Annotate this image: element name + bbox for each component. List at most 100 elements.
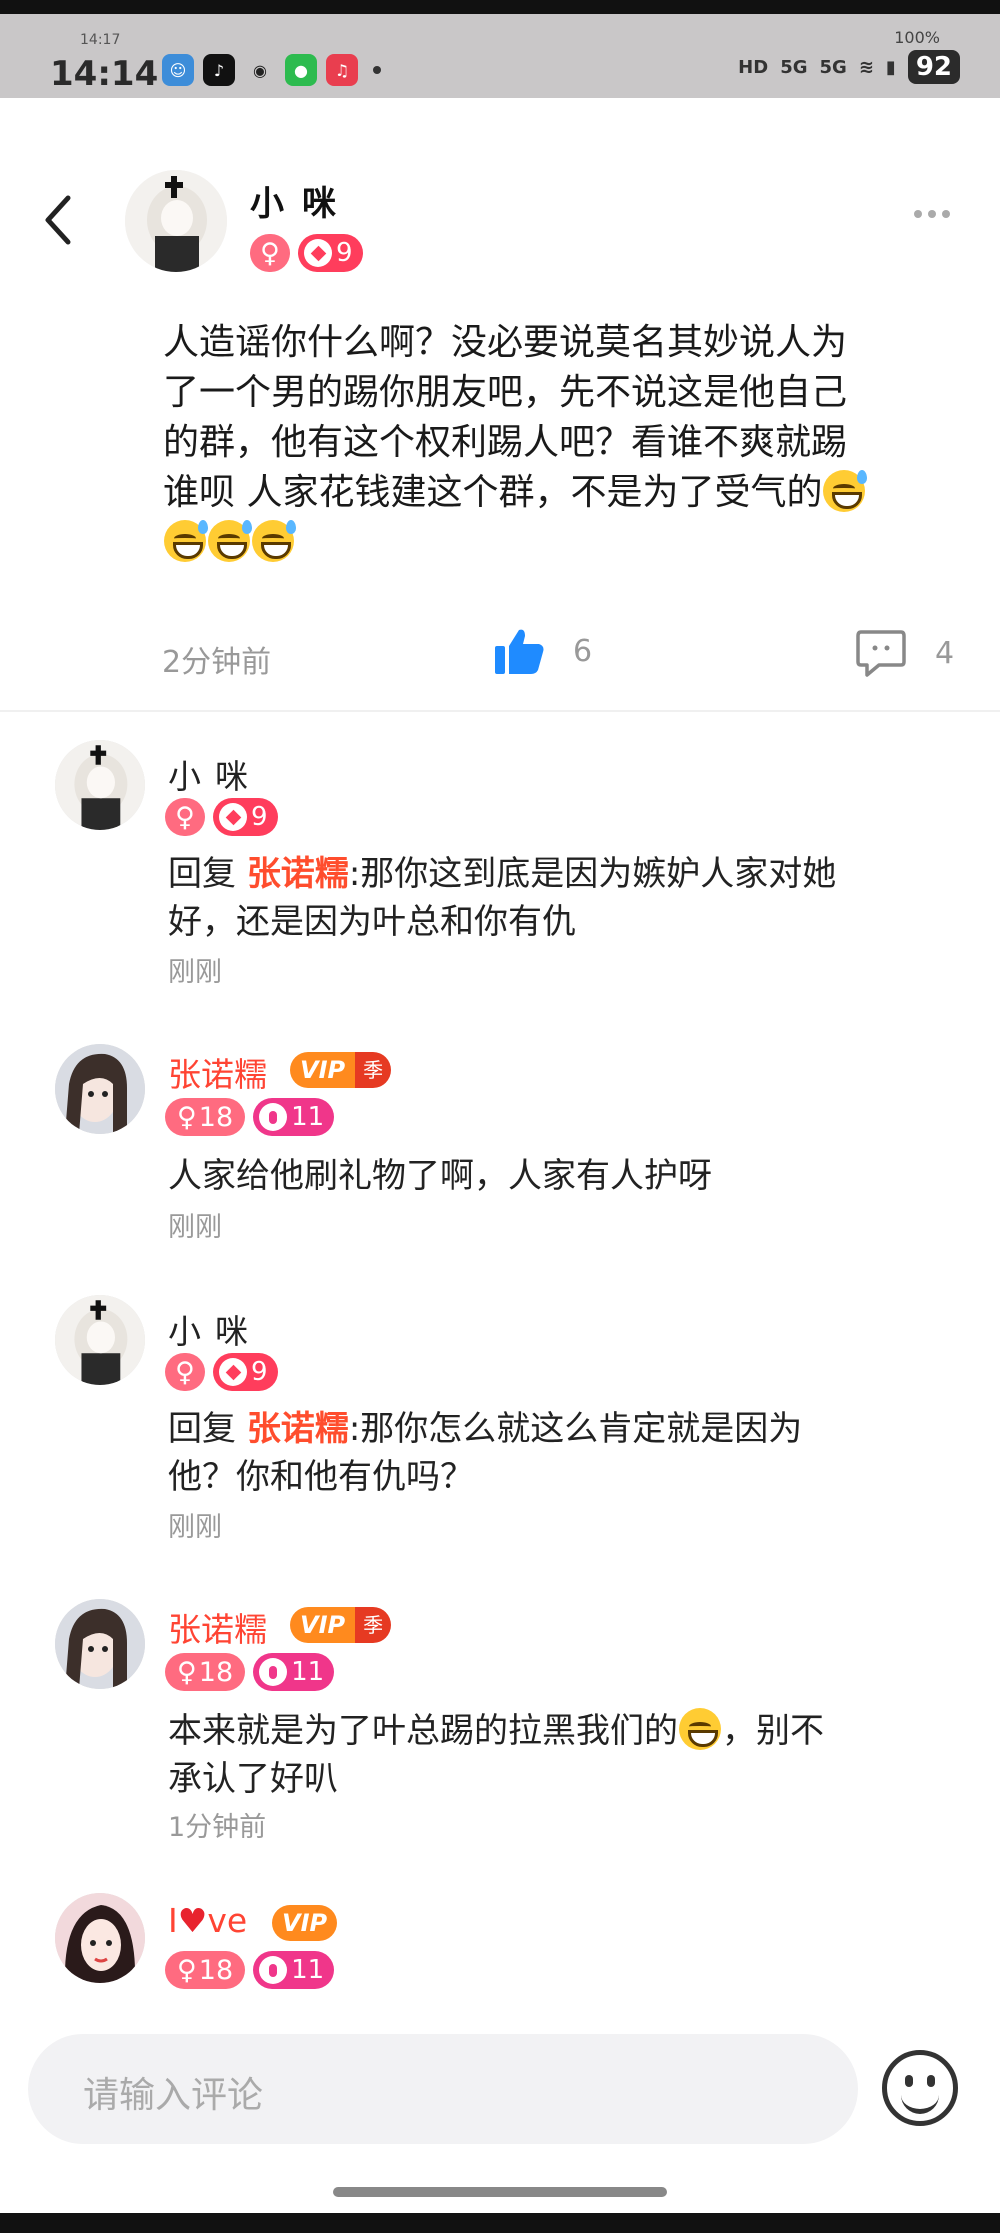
vip-label: VIP — [272, 1905, 338, 1941]
comment-author-name[interactable]: 小咪 — [168, 1305, 262, 1353]
reply-prefix: 回复 — [168, 854, 247, 894]
hd-icon: HD — [738, 56, 769, 78]
name-part: I — [168, 1901, 178, 1940]
tears-of-joy-emoji-icon — [679, 1708, 721, 1750]
female-badge: ♀ — [250, 234, 290, 272]
female-age-badge: ♀ 18 — [165, 1951, 246, 1989]
comment-avatar[interactable] — [55, 1599, 145, 1689]
qq-icon: ◉ — [253, 60, 267, 80]
level-value: 9 — [251, 1357, 268, 1387]
level-value: 11 — [291, 1955, 325, 1985]
comment-author-name[interactable]: I♥ve — [168, 1901, 247, 1940]
back-button[interactable] — [40, 190, 80, 250]
vip-label: VIP — [290, 1607, 356, 1643]
comment-avatar[interactable] — [55, 1295, 145, 1385]
sweat-smile-emoji-icon — [164, 520, 208, 562]
comment-author-badges: ♀ 9 — [165, 1353, 278, 1391]
comment-text: 回复 张诺糯:那你这到底是因为嫉妒人家对她 好，还是因为叶总和你有仇 — [168, 850, 948, 946]
comment-text-line: :那你怎么就这么肯定就是因为 — [348, 1409, 803, 1449]
comment-input-bar: 请输入评论 — [0, 2020, 1000, 2170]
comment-text-line: 他？你和他有仇吗？ — [168, 1457, 474, 1497]
like-count: 6 — [573, 633, 593, 669]
wechat-icon: ● — [285, 54, 317, 86]
female-icon: ♀ — [177, 1954, 197, 1986]
comment-author-badges: ♀ 9 — [165, 798, 278, 836]
level-badge: 9 — [213, 798, 278, 836]
comment-input[interactable]: 请输入评论 — [28, 2034, 858, 2144]
status-time: 14:14 — [50, 54, 159, 94]
status-bar: 14:17 14:14 ☺ ♪ ◉ ● ♫ HD 5G 5G ≋ ▮ 92 10… — [0, 14, 1000, 98]
level-badge: 9 — [213, 1353, 278, 1391]
comment-bubble-icon — [856, 630, 906, 677]
more-dots-icon — [914, 210, 922, 218]
comment-text-line-tail: ，别不 — [722, 1711, 824, 1751]
comment-count: 4 — [935, 635, 955, 671]
app-notification-icon: ☺ — [162, 54, 194, 86]
comment-author-name[interactable]: 张诺糯 — [168, 1048, 267, 1096]
sweat-smile-emoji-icon — [823, 470, 868, 512]
level-badge: 11 — [253, 1653, 335, 1691]
level-value: 11 — [291, 1657, 325, 1687]
post-author-name[interactable]: 小咪 — [250, 176, 354, 225]
female-icon: ♀ — [175, 1356, 195, 1388]
comment-avatar[interactable] — [55, 1044, 145, 1134]
heart-icon: ♥ — [177, 1901, 208, 1940]
reply-target-name[interactable]: 张诺糯 — [247, 1409, 349, 1449]
comment-text-line: 人家给他刷礼物了啊，人家有人护呀 — [168, 1156, 712, 1196]
comment-timestamp: 刚刚 — [168, 1212, 222, 1243]
tiktok-icon: ♪ — [203, 54, 235, 86]
post-author-avatar[interactable] — [125, 170, 227, 272]
female-icon: ♀ — [177, 1656, 197, 1688]
reply-target-name[interactable]: 张诺糯 — [247, 854, 349, 894]
name-part: ve — [207, 1901, 248, 1940]
post-text-line-text: 谁呗 人家花钱建这个群，不是为了受气的 — [163, 472, 823, 513]
thumbs-up-icon — [495, 629, 544, 674]
level-badge: 11 — [253, 1951, 335, 1989]
level-value: 9 — [336, 238, 353, 268]
comment-text-line: 本来就是为了叶总踢的拉黑我们的 — [168, 1711, 678, 1751]
post-content: 人造谣你什么啊？没必要说莫名其妙说人为 了一个男的踢你朋友吧，先不说这是他自己 … — [163, 318, 933, 568]
level-diamond-icon — [259, 1103, 288, 1131]
battery-percent: 100% — [894, 28, 940, 47]
comment-author-name[interactable]: 小咪 — [168, 750, 262, 798]
wifi-icon: ≋ — [858, 56, 874, 78]
comment-timestamp: 刚刚 — [168, 957, 222, 988]
section-divider — [0, 710, 1000, 712]
post-timestamp: 2分钟前 — [162, 645, 272, 680]
more-options-button[interactable] — [914, 210, 950, 218]
female-age-badge: ♀ 18 — [165, 1653, 246, 1691]
post-text-line: 了一个男的踢你朋友吧，先不说这是他自己 — [163, 372, 848, 413]
comment-avatar[interactable] — [55, 1893, 145, 1983]
comment-input-placeholder: 请输入评论 — [83, 2075, 264, 2116]
comment-author-badges: ♀ 18 11 — [165, 1653, 335, 1691]
top-black-strip — [0, 0, 1000, 14]
level-value: 11 — [291, 1102, 325, 1132]
home-indicator[interactable] — [333, 2187, 667, 2197]
like-button[interactable]: 6 — [495, 628, 592, 674]
comment-author-badges: ♀ 18 11 — [165, 1951, 335, 1989]
post-author-badges: ♀ 9 — [250, 234, 363, 272]
level-diamond-icon — [219, 803, 247, 831]
smiley-face-icon[interactable] — [882, 2050, 958, 2126]
status-right-icons: HD 5G 5G ≋ ▮ 92 — [738, 50, 960, 84]
comment-timestamp: 1分钟前 — [168, 1812, 267, 1843]
signal-icon: ▮ — [885, 56, 896, 78]
age-value: 18 — [198, 1656, 234, 1688]
comment-author-name[interactable]: 张诺糯 — [168, 1603, 267, 1651]
level-diamond-icon — [259, 1658, 288, 1686]
sweat-smile-emoji-icon — [252, 520, 296, 562]
level-diamond-icon — [259, 1956, 288, 1984]
comment-avatar[interactable] — [55, 740, 145, 830]
vip-label: VIP — [290, 1052, 356, 1088]
post-text-line: 的群，他有这个权利踢人吧？看谁不爽就踢 — [163, 422, 848, 463]
female-icon: ♀ — [175, 801, 195, 833]
status-subtime: 14:17 — [80, 32, 121, 48]
level-diamond-icon — [219, 1358, 247, 1386]
comment-timestamp: 刚刚 — [168, 1512, 222, 1543]
vip-badge: VIP — [272, 1905, 338, 1941]
level-badge: 9 — [298, 234, 363, 272]
female-icon: ♀ — [177, 1101, 197, 1133]
comment-button[interactable]: 4 — [855, 628, 954, 678]
post-text-line: 人造谣你什么啊？没必要说莫名其妙说人为 — [163, 322, 848, 363]
female-badge: ♀ — [165, 798, 205, 836]
